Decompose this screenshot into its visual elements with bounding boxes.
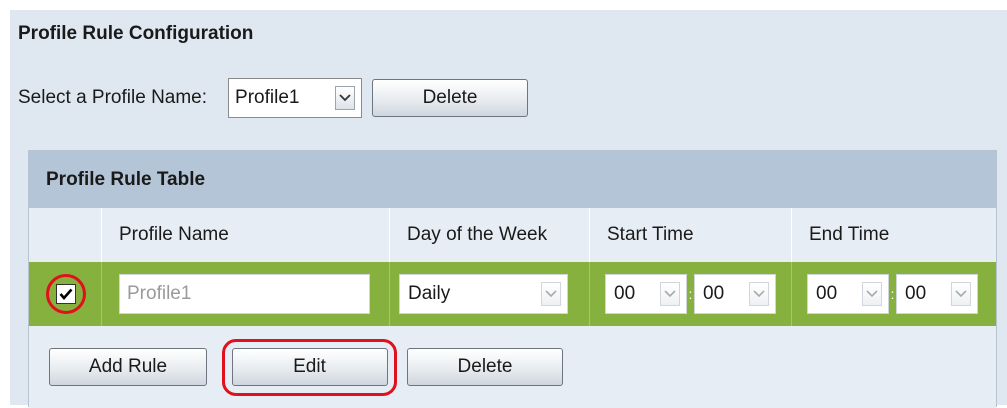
delete-profile-button[interactable]: Delete [372,79,529,117]
add-rule-button[interactable]: Add Rule [49,348,207,386]
profile-name-select-value: Profile1 [235,87,300,108]
day-of-week-value: Daily [408,283,451,304]
end-hour-select[interactable]: 00 [807,274,889,314]
day-of-week-select[interactable]: Daily [399,274,568,314]
table-header-row: Profile Name Day of the Week Start Time … [29,208,996,262]
chevron-down-icon[interactable] [541,282,561,306]
table-title: Profile Rule Table [29,151,996,208]
end-minute-value: 00 [905,283,927,304]
profile-name-input[interactable] [119,274,370,314]
profile-rule-panel: Profile Rule Configuration Select a Prof… [10,10,1007,408]
table-action-row: Add Rule Edit Delete [29,326,996,408]
chevron-down-icon[interactable] [951,282,971,306]
time-separator: : [688,286,693,302]
start-minute-select[interactable]: 00 [694,274,776,314]
profile-rule-table: Profile Rule Table Profile Name Day of t… [28,150,997,408]
profile-name-select[interactable]: Profile1 [228,78,363,118]
end-minute-select[interactable]: 00 [896,274,978,314]
delete-rule-button[interactable]: Delete [407,348,563,386]
column-header-day-of-week: Day of the Week [390,208,590,262]
table-row[interactable]: Daily 00 : 00 [29,262,996,326]
end-hour-value: 00 [816,283,838,304]
chevron-down-icon[interactable] [862,282,882,306]
edit-button[interactable]: Edit [231,348,388,386]
checkmark-icon [59,288,73,300]
column-header-start-time: Start Time [590,208,792,262]
start-hour-value: 00 [614,283,636,304]
chevron-down-icon[interactable] [660,282,680,306]
start-hour-select[interactable]: 00 [605,274,687,314]
profile-select-label: Select a Profile Name: [18,87,208,108]
profile-select-row: Select a Profile Name: Profile1 Delete [18,78,529,118]
column-header-end-time: End Time [809,224,890,245]
chevron-down-icon[interactable] [749,282,769,306]
checkbox-highlight-ring [46,274,86,314]
chevron-down-icon[interactable] [335,86,356,110]
start-minute-value: 00 [703,283,725,304]
time-separator: : [890,286,895,302]
row-select-checkbox[interactable] [56,284,76,304]
column-header-profile-name: Profile Name [102,208,390,262]
edit-highlight-ring: Edit [222,338,397,396]
column-header-select [29,208,102,262]
section-title: Profile Rule Configuration [18,23,254,44]
